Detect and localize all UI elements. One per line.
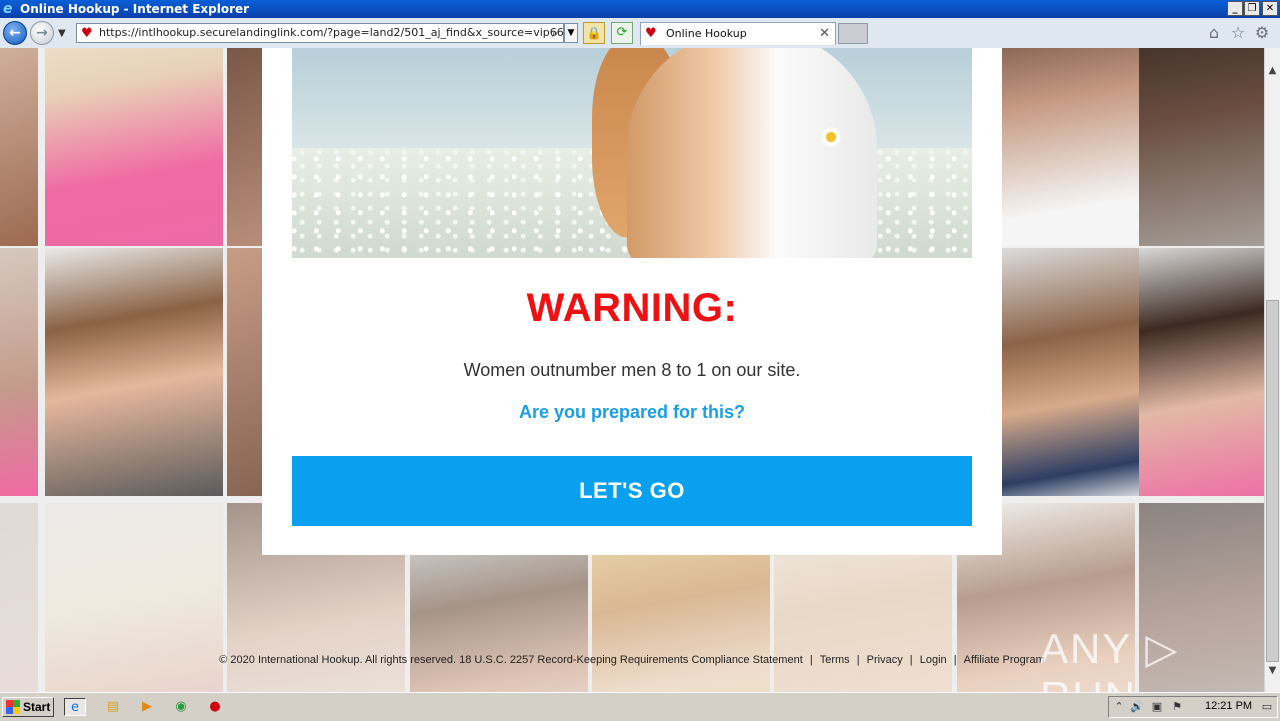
favorites-star-icon[interactable]: ☆ [1228, 23, 1248, 43]
gear-icon[interactable]: ⚙ [1252, 23, 1272, 43]
footer-copyright: © 2020 International Hookup. All rights … [219, 654, 803, 666]
home-icon[interactable]: ⌂ [1204, 23, 1224, 43]
forward-button[interactable]: → [30, 21, 54, 45]
minimize-button[interactable]: _ [1227, 1, 1243, 16]
network-icon[interactable]: ▣ [1149, 699, 1165, 715]
volume-icon[interactable]: 🔊 [1129, 699, 1145, 715]
scroll-down-icon[interactable]: ▼ [1265, 662, 1280, 679]
ie-taskbar-icon[interactable]: e [64, 698, 86, 716]
taskbar: Start e ▤ ▶ ◉ ● ⌃ 🔊 ▣ ⚑ 12:21 PM ▭ [0, 692, 1280, 721]
footer-separator: | [856, 654, 860, 666]
restore-button[interactable]: ❐ [1244, 1, 1260, 16]
browser-navbar: ← → ▼ ♥ https://intlhookup.securelanding… [0, 18, 1280, 49]
profile-photo [0, 48, 38, 246]
web-page: WARNING: Women outnumber men 8 to 1 on o… [0, 48, 1264, 692]
profile-photo [1139, 248, 1264, 496]
clock: 12:21 PM [1205, 700, 1253, 712]
window-title: Online Hookup - Internet Explorer [20, 2, 250, 16]
warning-question: Are you prepared for this? [518, 402, 746, 422]
tray-expand-icon[interactable]: ⌃ [1111, 699, 1127, 715]
page-scrollbar[interactable]: ▲ ▼ [1264, 48, 1280, 692]
anyrun-watermark: ANY ▷ RUN [1040, 625, 1180, 692]
hero-woman [627, 48, 877, 258]
profile-photo [45, 48, 223, 246]
warning-subtext: Women outnumber men 8 to 1 on our site. [463, 360, 801, 380]
antivirus-icon[interactable]: ● [204, 698, 226, 716]
folder-icon[interactable]: ▤ [102, 698, 124, 716]
media-player-icon[interactable]: ▶ [136, 698, 158, 716]
hero-photo [292, 48, 972, 258]
system-tray: ⌃ 🔊 ▣ ⚑ 12:21 PM ▭ [1108, 696, 1278, 718]
address-bar[interactable]: ♥ https://intlhookup.securelandinglink.c… [76, 23, 564, 43]
footer-link-terms[interactable]: Terms [818, 654, 852, 666]
address-url: https://intlhookup.securelandinglink.com… [99, 26, 564, 39]
show-desktop-icon[interactable]: ▭ [1259, 699, 1275, 715]
windows-flag-icon [6, 700, 20, 714]
lock-icon[interactable]: 🔒 [583, 22, 605, 44]
lets-go-button[interactable]: LET'S GO [292, 456, 972, 526]
daisy-icon [820, 126, 842, 148]
history-dropdown-icon[interactable]: ▼ [58, 28, 66, 39]
action-center-icon[interactable]: ⚑ [1169, 699, 1185, 715]
back-button[interactable]: ← [3, 21, 27, 45]
refresh-icon[interactable]: ⟳ [611, 22, 633, 44]
chrome-icon[interactable]: ◉ [170, 698, 192, 716]
close-window-button[interactable]: ✕ [1262, 1, 1278, 16]
search-icon[interactable]: ⌕ [546, 23, 564, 43]
ie-logo-icon: e [3, 1, 13, 17]
start-button[interactable]: Start [2, 697, 54, 717]
new-tab-button[interactable] [838, 23, 868, 44]
scroll-up-icon[interactable]: ▲ [1265, 62, 1280, 79]
profile-photo [45, 248, 223, 496]
footer-link-login[interactable]: Login [918, 654, 949, 666]
footer-link-privacy[interactable]: Privacy [865, 654, 905, 666]
warning-heading: WARNING: [526, 286, 738, 330]
footer-separator: | [909, 654, 913, 666]
profile-photo [0, 248, 38, 496]
tab-close-icon[interactable]: ✕ [819, 23, 830, 45]
footer-separator: | [809, 654, 813, 666]
site-favicon-icon: ♥ [81, 26, 93, 41]
window-titlebar: e Online Hookup - Internet Explorer _ ❐ … [0, 0, 1280, 18]
footer-separator: | [953, 654, 957, 666]
address-dropdown-button[interactable]: ▼ [564, 23, 578, 43]
scroll-thumb[interactable] [1266, 300, 1279, 662]
browser-tab[interactable]: ♥ Online Hookup ✕ [640, 22, 836, 45]
tab-label: Online Hookup [666, 27, 747, 40]
profile-photo [1139, 48, 1264, 246]
warning-modal: WARNING: Women outnumber men 8 to 1 on o… [262, 48, 1002, 555]
tab-favicon-icon: ♥ [645, 26, 657, 41]
footer-link-affiliate[interactable]: Affiliate Program [962, 654, 1047, 666]
start-label: Start [23, 700, 51, 714]
